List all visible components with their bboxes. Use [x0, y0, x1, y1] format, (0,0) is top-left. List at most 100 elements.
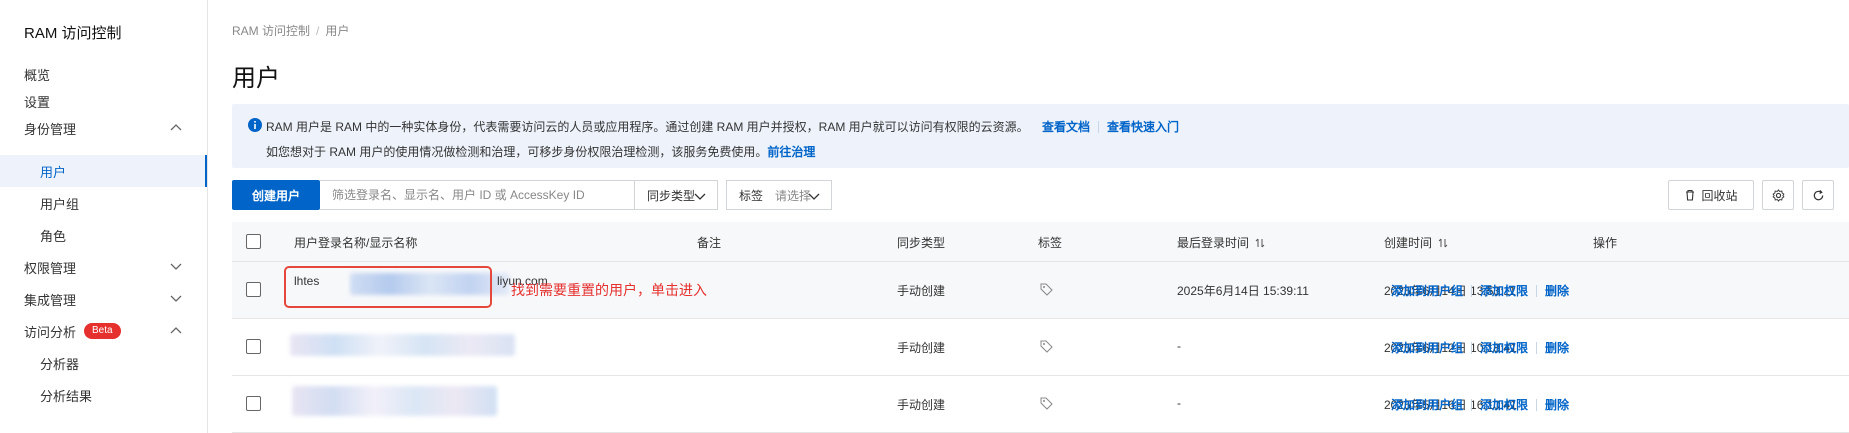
delete-link[interactable]: 删除 — [1545, 398, 1569, 412]
sync-type-label: 同步类型 — [647, 188, 696, 203]
row-actions: 添加到用户组 添加权限 删除 — [1391, 282, 1569, 299]
column-header-login-name: 用户登录名称/显示名称 — [294, 236, 418, 250]
add-to-group-link[interactable]: 添加到用户组 — [1391, 284, 1463, 298]
sync-type-select[interactable]: 同步类型 — [634, 180, 718, 210]
sort-icon — [1255, 238, 1265, 248]
settings-button[interactable] — [1762, 180, 1794, 210]
last-login-time: - — [1177, 339, 1181, 353]
sidebar-item-analyzer[interactable]: 分析器 — [0, 347, 207, 379]
row-checkbox[interactable] — [246, 396, 261, 411]
redacted-user-name[interactable] — [290, 334, 515, 356]
chevron-down-icon — [170, 263, 182, 270]
sidebar-item-roles[interactable]: 角色 — [0, 219, 207, 251]
add-permission-link[interactable]: 添加权限 — [1480, 341, 1528, 355]
tag-placeholder: 请选择 — [775, 188, 812, 203]
sync-type: 手动创建 — [897, 284, 946, 298]
column-header-last-login[interactable]: 最后登录时间 — [1177, 234, 1265, 251]
row-actions: 添加到用户组 添加权限 删除 — [1391, 396, 1569, 413]
add-to-group-link[interactable]: 添加到用户组 — [1391, 341, 1463, 355]
row-checkbox[interactable] — [246, 282, 261, 297]
govern-link[interactable]: 前往治理 — [767, 145, 815, 159]
column-header-actions: 操作 — [1593, 236, 1618, 250]
sidebar-title: RAM 访问控制 — [24, 25, 122, 42]
last-login-time: 2025年6月14日 15:39:11 — [1177, 284, 1309, 298]
tag-icon[interactable] — [1040, 283, 1053, 296]
select-all-checkbox[interactable] — [246, 234, 261, 249]
redacted-user-name[interactable] — [292, 386, 497, 416]
refresh-icon — [1813, 189, 1823, 200]
add-permission-link[interactable]: 添加权限 — [1480, 398, 1528, 412]
main-content: RAM 访问控制 / 用户 用户 RAM 用户是 RAM 中的一种实体身份，代表需要… — [208, 0, 1849, 433]
notice-text-2: 如您想对于 RAM 用户的使用情况做检测和治理，可移步身份权限治理检测，该服务免… — [266, 145, 768, 159]
refresh-button[interactable] — [1802, 180, 1834, 210]
sidebar-item-label: 角色 — [40, 228, 67, 244]
row-checkbox[interactable] — [246, 339, 261, 354]
sidebar: RAM 访问控制 概览 设置 身份管理 用户 用户组 角色 权限管理 集成管理 … — [0, 0, 208, 433]
info-notice: RAM 用户是 RAM 中的一种实体身份，代表需要访问云的人员或应用程序。通过创… — [232, 104, 1849, 168]
sidebar-item-label: 分析结果 — [40, 388, 93, 404]
page-title: 用户 — [232, 65, 280, 92]
view-quickstart-link[interactable]: 查看快速入门 — [1107, 120, 1179, 134]
notice-line-1: RAM 用户是 RAM 中的一种实体身份，代表需要访问云的人员或应用程序。通过创… — [266, 118, 1179, 135]
search-input[interactable] — [320, 181, 660, 209]
notice-line-2: 如您想对于 RAM 用户的使用情况做检测和治理，可移步身份权限治理检测，该服务免… — [266, 143, 815, 160]
table-row: lhtes liyun.com 找到需要重置的用户，单击进入 手动创建 2025… — [232, 262, 1849, 319]
sidebar-item-label: 访问分析 — [24, 324, 77, 340]
tag-label: 标签 — [739, 188, 764, 203]
sidebar-item-users[interactable]: 用户 — [0, 155, 207, 187]
add-permission-link[interactable]: 添加权限 — [1480, 284, 1528, 298]
trash-icon — [1686, 189, 1695, 201]
sidebar-item-label: 用户组 — [40, 196, 80, 212]
annotation-text: 找到需要重置的用户，单击进入 — [511, 282, 707, 298]
tag-icon[interactable] — [1040, 397, 1053, 410]
recycle-bin-button[interactable]: 回收站 — [1668, 180, 1754, 210]
chevron-down-icon — [808, 193, 820, 200]
sync-type: 手动创建 — [897, 341, 946, 355]
sidebar-item-access-analysis[interactable]: 访问分析 Beta — [0, 315, 207, 347]
chevron-up-icon — [170, 327, 182, 334]
delete-link[interactable]: 删除 — [1545, 341, 1569, 355]
chevron-down-icon — [694, 193, 706, 200]
create-user-button[interactable]: 创建用户 — [232, 180, 320, 210]
column-header-label: 创建时间 — [1384, 236, 1433, 250]
sidebar-item-label: 设置 — [24, 94, 51, 110]
view-docs-link[interactable]: 查看文档 — [1042, 120, 1090, 134]
sidebar-item-label: 身份管理 — [24, 121, 77, 137]
beta-badge: Beta — [84, 323, 121, 339]
column-header-tags: 标签 — [1038, 236, 1063, 250]
column-header-label: 最后登录时间 — [1177, 236, 1250, 250]
column-header-remark: 备注 — [697, 236, 722, 250]
sidebar-item-label: 用户 — [40, 164, 67, 180]
notice-text-1: RAM 用户是 RAM 中的一种实体身份，代表需要访问云的人员或应用程序。通过创… — [266, 120, 1029, 134]
sidebar-item-user-groups[interactable]: 用户组 — [0, 187, 207, 219]
sidebar-item-label: 分析器 — [40, 356, 80, 372]
chevron-down-icon — [170, 295, 182, 302]
tag-select[interactable]: 标签 请选择 — [726, 180, 832, 210]
delete-link[interactable]: 删除 — [1545, 284, 1569, 298]
sort-icon — [1438, 238, 1448, 248]
gear-icon — [1771, 188, 1785, 202]
table-row: 手动创建 - 2025年5月16日 16:10:41 添加到用户组 添加权限 删除 — [232, 376, 1849, 433]
highlight-box — [284, 266, 492, 308]
row-actions: 添加到用户组 添加权限 删除 — [1391, 339, 1569, 356]
sidebar-item-identity[interactable]: 身份管理 — [0, 112, 207, 144]
sidebar-item-analysis-results[interactable]: 分析结果 — [0, 379, 207, 411]
sidebar-item-integration[interactable]: 集成管理 — [0, 283, 207, 315]
column-header-created[interactable]: 创建时间 — [1384, 234, 1448, 251]
tag-icon[interactable] — [1040, 340, 1053, 353]
table-row: 手动创建 - 2025年6月12日 10:18:41 添加到用户组 添加权限 删除 — [232, 319, 1849, 376]
sync-type: 手动创建 — [897, 398, 946, 412]
sidebar-item-label: 集成管理 — [24, 292, 77, 308]
sidebar-item-label: 权限管理 — [24, 260, 77, 276]
last-login-time: - — [1177, 396, 1181, 410]
recycle-bin-label: 回收站 — [1701, 188, 1738, 203]
breadcrumb-root[interactable]: RAM 访问控制 — [232, 24, 310, 38]
table-header: 用户登录名称/显示名称 备注 同步类型 标签 最后登录时间 创建时间 操作 — [232, 222, 1849, 262]
sidebar-item-permissions[interactable]: 权限管理 — [0, 251, 207, 283]
sidebar-item-label: 概览 — [24, 67, 51, 83]
add-to-group-link[interactable]: 添加到用户组 — [1391, 398, 1463, 412]
breadcrumb-current: 用户 — [325, 24, 350, 38]
chevron-up-icon — [170, 124, 182, 131]
info-icon — [248, 118, 262, 132]
column-header-sync-type: 同步类型 — [897, 236, 946, 250]
